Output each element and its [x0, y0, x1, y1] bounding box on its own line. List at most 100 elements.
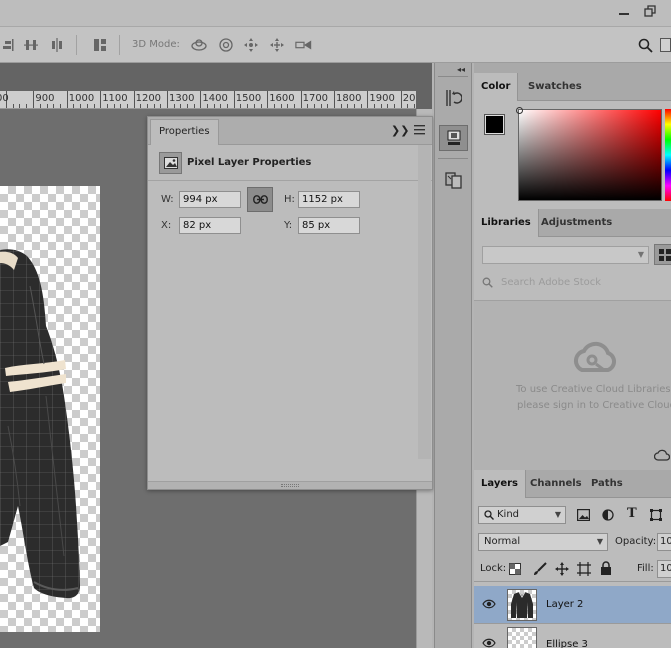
hue-slider[interactable]: [665, 109, 671, 201]
slide-3d-icon[interactable]: [268, 36, 286, 54]
distribute-horizontal-icon[interactable]: [48, 36, 66, 54]
ruler-minor-tick: [73, 104, 75, 108]
lock-all-icon[interactable]: [600, 561, 612, 578]
ruler-minor-tick: [86, 104, 88, 108]
link-dimensions-button[interactable]: [247, 187, 273, 212]
creative-cloud-icon: [570, 340, 618, 379]
history-button[interactable]: [439, 85, 468, 111]
tab-color[interactable]: Color: [474, 73, 519, 101]
ruler-minor-tick: [240, 104, 242, 108]
layer-comps-icon: [444, 172, 462, 189]
tab-libraries[interactable]: Libraries: [474, 209, 539, 237]
width-field[interactable]: 994 px: [179, 191, 241, 208]
color-picker-cursor[interactable]: [516, 107, 523, 114]
ruler-minor-tick: [354, 104, 356, 108]
restore-button[interactable]: [638, 1, 662, 21]
minimize-button[interactable]: [612, 1, 636, 21]
ruler-minor-tick: [180, 104, 182, 108]
ruler-major-tick: [100, 91, 102, 108]
layer-row-ellipse-3[interactable]: Ellipse 3: [474, 624, 671, 648]
rotate-3d-icon[interactable]: [190, 36, 208, 54]
align-right-edges-icon[interactable]: [0, 36, 18, 54]
character-styles-button[interactable]: [439, 167, 468, 193]
height-field[interactable]: 1152 px: [298, 191, 360, 208]
layer-filter-select[interactable]: Kind ▼: [478, 506, 566, 524]
filter-kind-label: Kind: [497, 509, 520, 520]
filter-pixel-icon[interactable]: [577, 509, 591, 524]
ruler-label: 1500: [235, 93, 262, 104]
properties-panel: Properties ❯❯ Pixel Layer Properties W: …: [147, 116, 433, 490]
stock-search-icon: [482, 277, 493, 291]
libraries-tab-bar: Libraries Adjustments: [474, 209, 671, 237]
x-label: X:: [161, 220, 172, 231]
blend-mode-select[interactable]: Normal ▼: [478, 533, 608, 551]
tab-adjustments[interactable]: Adjustments: [534, 209, 619, 237]
stock-search-input[interactable]: Search Adobe Stock: [501, 277, 601, 288]
fill-field[interactable]: 10: [657, 560, 671, 578]
y-label: Y:: [284, 220, 293, 231]
history-icon: [445, 90, 462, 106]
search-icon[interactable]: [636, 36, 654, 54]
roll-3d-icon[interactable]: [217, 36, 235, 54]
transparent-artboard[interactable]: [0, 186, 100, 632]
tab-layers[interactable]: Layers: [474, 470, 526, 498]
auto-align-icon[interactable]: [91, 36, 109, 54]
ruler-major-tick: [267, 91, 269, 108]
tab-channels[interactable]: Channels: [523, 470, 589, 498]
foreground-color-swatch[interactable]: [484, 114, 505, 135]
distribute-vertical-icon[interactable]: [22, 36, 40, 54]
ruler-label: 900: [35, 93, 55, 104]
collapse-panel-icon[interactable]: ❯❯: [391, 124, 409, 137]
x-field[interactable]: 82 px: [179, 217, 241, 234]
library-select[interactable]: ▼: [482, 246, 649, 264]
ruler-minor-tick: [26, 104, 28, 108]
properties-toggle-button[interactable]: [439, 125, 468, 151]
chevron-down-icon: ▼: [637, 250, 644, 259]
ruler-major-tick: [233, 91, 235, 108]
opacity-field[interactable]: 10: [657, 533, 671, 551]
eye-icon[interactable]: [482, 638, 496, 648]
color-spectrum-picker[interactable]: [518, 109, 662, 201]
panel-menu-icon[interactable]: [414, 125, 425, 138]
ruler-major-tick: [133, 91, 135, 108]
ruler-minor-tick: [40, 104, 42, 108]
lock-pixels-icon[interactable]: [533, 562, 547, 579]
expand-panels-icon[interactable]: ◂◂: [457, 65, 465, 74]
ruler-minor-tick: [19, 104, 21, 108]
lock-artboard-icon[interactable]: [577, 562, 591, 579]
ruler-minor-tick: [293, 104, 295, 108]
cc-sync-icon[interactable]: [653, 449, 671, 464]
title-bar: [0, 0, 671, 27]
drag-3d-icon[interactable]: [242, 36, 260, 54]
layer-row-layer-2[interactable]: Layer 2: [474, 586, 671, 624]
lock-position-icon[interactable]: [555, 562, 569, 579]
tab-swatches[interactable]: Swatches: [521, 73, 589, 101]
tab-properties[interactable]: Properties: [150, 119, 219, 145]
workspace-button[interactable]: [660, 36, 671, 54]
ruler-minor-tick: [60, 104, 62, 108]
ruler-major-tick: [400, 91, 402, 108]
signin-message-line1: To use Creative Cloud Libraries,: [516, 384, 671, 395]
section-title: Pixel Layer Properties: [187, 157, 312, 168]
tab-paths[interactable]: Paths: [584, 470, 630, 498]
filter-shape-icon[interactable]: [650, 509, 662, 524]
lock-transparent-icon[interactable]: [509, 563, 521, 578]
filter-type-icon[interactable]: T: [627, 506, 637, 521]
properties-icon: [447, 130, 460, 145]
chevron-down-icon: ▼: [596, 537, 603, 546]
panel-scrollbar[interactable]: [418, 145, 431, 459]
y-field[interactable]: 85 px: [298, 217, 360, 234]
view-toggle-button[interactable]: [654, 244, 671, 265]
ruler-minor-tick: [106, 104, 108, 108]
filter-adjustment-icon[interactable]: [602, 509, 614, 524]
ruler-label: 1400: [202, 93, 228, 104]
horizontal-ruler: 00 900 1000 1100 1200 1300 1400 1500 1600 1700 180…: [0, 91, 416, 109]
ruler-minor-tick: [360, 104, 362, 108]
eye-icon[interactable]: [482, 599, 496, 612]
signin-message-line2: please sign in to Creative Cloud: [517, 400, 671, 411]
layer-thumbnail: [507, 627, 537, 648]
ruler-minor-tick: [120, 104, 122, 108]
panel-resize-handle[interactable]: [148, 481, 432, 489]
minimize-icon: [619, 13, 629, 15]
scale-3d-icon[interactable]: [295, 36, 313, 54]
